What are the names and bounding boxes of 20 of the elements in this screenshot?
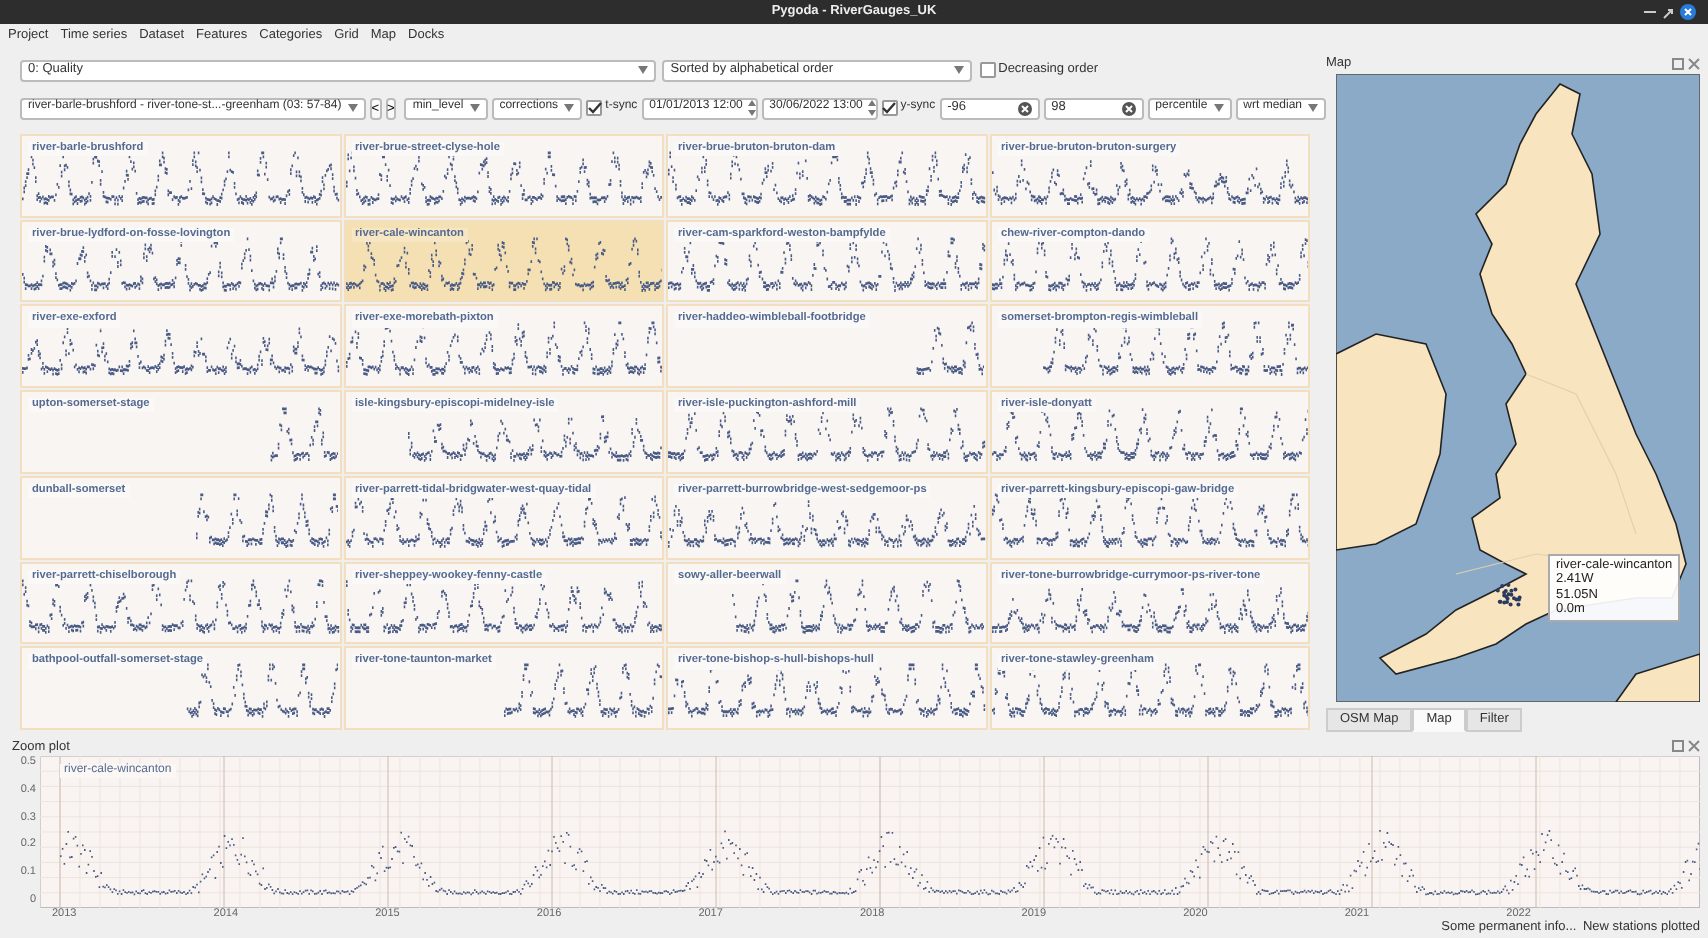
close-icon — [1680, 4, 1696, 20]
y-sync-checkbox[interactable] — [881, 100, 898, 116]
caret-icon — [1213, 104, 1224, 112]
decreasing-order-checkbox[interactable] — [979, 62, 995, 78]
spin-arrows-icon — [868, 100, 877, 116]
close-icon — [1688, 740, 1700, 752]
caret-icon — [347, 104, 358, 112]
caret-icon — [638, 66, 648, 74]
t-sync-checkbox[interactable] — [586, 100, 603, 116]
maximize-icon — [1661, 4, 1674, 20]
clear-icon — [1121, 101, 1136, 115]
float-icon — [1672, 740, 1685, 752]
clear-icon — [1017, 101, 1032, 115]
close-icon — [1688, 58, 1700, 70]
spin-arrows-icon — [748, 100, 757, 116]
caret-icon — [954, 66, 965, 74]
caret-icon — [1308, 104, 1318, 112]
caret-icon — [564, 104, 575, 112]
float-icon — [1672, 58, 1685, 70]
caret-icon — [469, 104, 480, 112]
